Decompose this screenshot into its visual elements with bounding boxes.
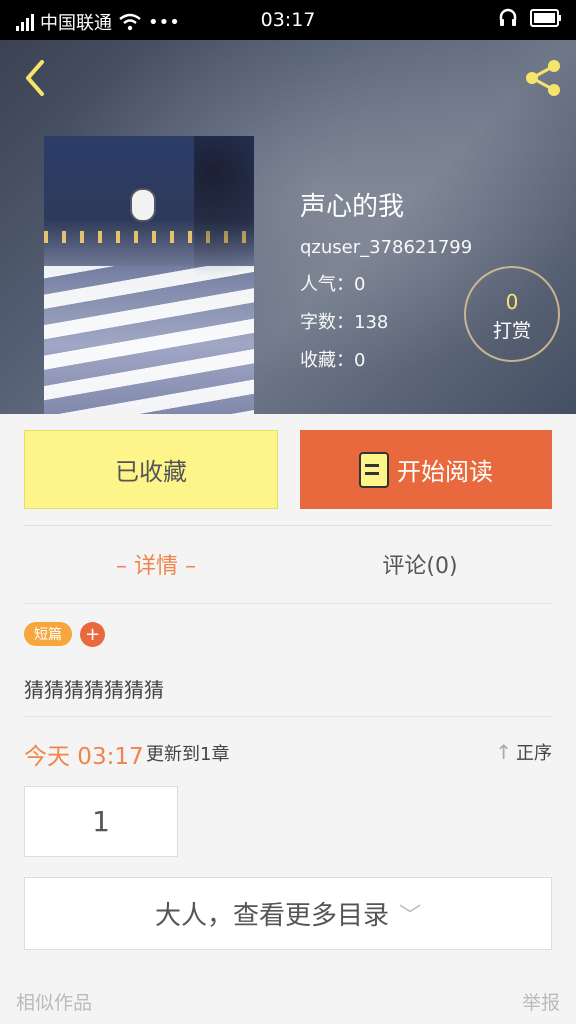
report-link[interactable]: 举报 [522, 988, 560, 1015]
more-catalog-label: 大人，查看更多目录 [154, 901, 389, 931]
divider [24, 525, 552, 526]
add-tag-button[interactable]: + [80, 622, 105, 647]
share-icon[interactable] [520, 54, 568, 102]
book-info: 声心的我 qzuser_378621799 人气：0 字数：138 收藏：0 [300, 186, 472, 384]
cover-seal-icon [130, 188, 156, 222]
divider [24, 603, 552, 604]
collected-label: 已收藏 [115, 458, 187, 486]
chapter-item[interactable]: 1 [24, 786, 178, 857]
headset-icon [499, 8, 517, 26]
author-name[interactable]: qzuser_378621799 [300, 237, 472, 258]
divider [24, 716, 552, 717]
book-header: 声心的我 qzuser_378621799 人气：0 字数：138 收藏：0 [0, 40, 576, 414]
reward-button[interactable]: 0 打赏 [464, 266, 560, 362]
book-description: 猜猜猜猜猜猜猜 [24, 678, 164, 702]
tab-detail[interactable]: – 详情 – [24, 548, 288, 580]
book-title: 声心的我 [300, 192, 405, 222]
popularity-stat: 人气：0 [300, 274, 366, 295]
status-bar: 中国联通 ••• 03:17 [0, 0, 576, 40]
status-right [498, 8, 562, 28]
word-count-stat: 字数：138 [300, 312, 389, 333]
update-time: 今天 03:17 [24, 744, 144, 770]
sort-up-icon: ↑ [495, 740, 512, 764]
start-reading-button[interactable]: 开始阅读 [300, 430, 552, 509]
reward-label: 打赏 [492, 320, 531, 342]
more-catalog-button[interactable]: 大人，查看更多目录 ﹀ [24, 877, 552, 950]
update-text: 更新到1章 [146, 744, 230, 765]
reward-count: 0 [505, 290, 519, 314]
battery-icon [530, 9, 561, 27]
favorites-stat: 收藏：0 [300, 350, 366, 371]
back-icon[interactable] [16, 56, 56, 100]
sort-button[interactable]: ↑ 正序 [495, 739, 552, 765]
tag-badge: 短篇 [24, 622, 72, 646]
clock: 03:17 [260, 9, 316, 31]
book-cover[interactable] [44, 136, 254, 414]
tab-comments[interactable]: 评论(0) [288, 548, 552, 580]
book-icon [359, 451, 389, 488]
similar-works-link[interactable]: 相似作品 [16, 988, 92, 1015]
collected-button[interactable]: 已收藏 [24, 430, 278, 509]
start-reading-label: 开始阅读 [397, 458, 493, 486]
sort-label: 正序 [516, 743, 552, 764]
chevron-down-icon: ﹀ [399, 903, 422, 929]
